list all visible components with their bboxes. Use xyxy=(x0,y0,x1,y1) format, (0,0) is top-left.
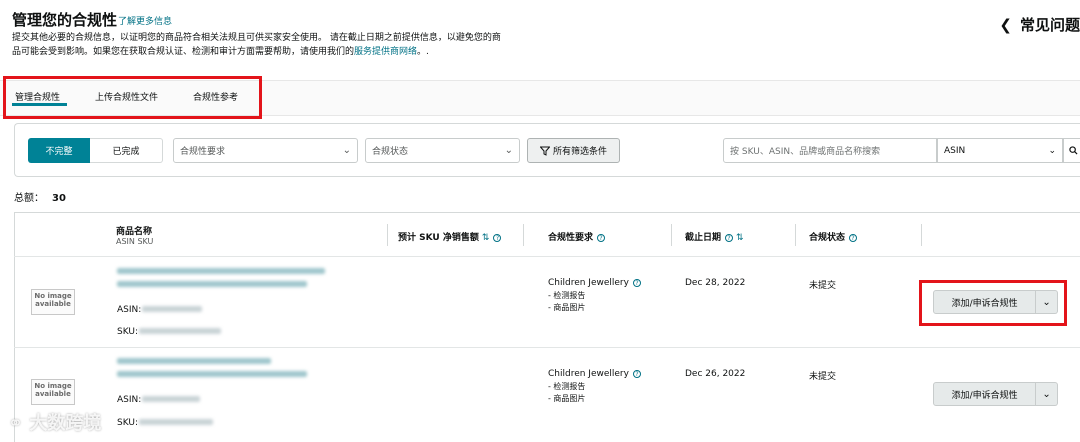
action-split-button: 添加/申诉合规性 ⌄ xyxy=(933,382,1058,406)
deadline-cell: Dec 26, 2022 xyxy=(685,369,746,379)
chevron-left-icon: ❮ xyxy=(999,16,1012,34)
requirement-name: Children Jewellery xyxy=(548,278,629,288)
search-icon xyxy=(1068,146,1078,155)
requirement-cell: Children Jewellery? - 检测报告 - 商品图片 xyxy=(548,369,641,405)
no-image-text: available xyxy=(35,300,71,308)
faq-label: 常见问题 xyxy=(1019,16,1080,34)
sort-icon[interactable]: ⇅ xyxy=(482,233,490,243)
info-icon[interactable]: ? xyxy=(493,233,502,242)
status-dropdown[interactable]: 合规状态 ⌄ xyxy=(365,138,520,163)
header-status: 合规状态? xyxy=(809,230,858,243)
requirement-cell: Children Jewellery? - 检测报告 - 商品图片 xyxy=(548,278,641,314)
deadline-cell: Dec 28, 2022 xyxy=(685,278,746,288)
learn-more-link[interactable]: 了解更多信息 xyxy=(118,14,172,27)
segment-incomplete[interactable]: 不完整 xyxy=(28,138,90,163)
row-divider xyxy=(14,256,1080,257)
description-line-1: 提交其他必要的合规信息，以证明您的商品符合相关法规且可供买家安全使用。 请在截止… xyxy=(12,33,501,43)
sku-label: SKU: xyxy=(117,327,138,337)
total-label: 总额： xyxy=(14,193,44,204)
info-icon[interactable]: ? xyxy=(632,278,641,287)
column-divider xyxy=(921,224,922,246)
search-type-select[interactable]: ASIN ⌄ xyxy=(937,138,1063,163)
no-image-placeholder: No image available xyxy=(31,289,75,315)
filter-icon xyxy=(539,146,550,156)
faq-link[interactable]: ❮ 常见问题 xyxy=(999,14,1080,35)
chevron-down-icon[interactable]: ⌄ xyxy=(1036,382,1058,406)
requirement-dropdown[interactable]: 合规性要求 ⌄ xyxy=(173,138,358,163)
header-product-sub: ASIN SKU xyxy=(116,237,154,246)
description-suffix: 。. xyxy=(417,47,429,57)
header-product-name: 商品名称 xyxy=(116,227,153,237)
column-divider xyxy=(795,224,796,246)
no-image-placeholder: No image available xyxy=(31,379,75,405)
product-title-redacted[interactable] xyxy=(117,268,325,274)
watermark-logo-icon: ⚭ xyxy=(8,413,24,434)
asin-value-redacted xyxy=(142,306,202,312)
chevron-down-icon: ⌄ xyxy=(1048,145,1056,156)
info-icon[interactable]: ? xyxy=(849,233,858,242)
requirement-item: - 商品图片 xyxy=(548,303,586,312)
header-requirement-label: 合规性要求 xyxy=(548,233,594,243)
column-divider xyxy=(523,224,524,246)
search-input[interactable]: 按 SKU、ASIN、品牌或商品名称搜索 xyxy=(723,138,937,163)
sku-value-redacted xyxy=(139,419,213,425)
info-icon[interactable]: ? xyxy=(725,233,734,242)
all-filters-label: 所有筛选条件 xyxy=(552,147,607,157)
asin-label: ASIN: xyxy=(117,395,142,405)
no-image-text: No image xyxy=(34,292,72,300)
requirement-item: - 商品图片 xyxy=(548,394,586,403)
total-value: 30 xyxy=(52,193,66,204)
highlight-box-action xyxy=(919,280,1067,326)
requirement-dropdown-label: 合规性要求 xyxy=(180,147,226,157)
chevron-down-icon: ⌄ xyxy=(342,145,351,156)
sku-label: SKU: xyxy=(117,418,138,428)
compliance-table xyxy=(14,212,1080,442)
page-title: 管理您的合规性 xyxy=(12,11,118,29)
info-icon[interactable]: ? xyxy=(597,233,606,242)
all-filters-button[interactable]: 所有筛选条件 xyxy=(527,138,620,163)
search-placeholder: 按 SKU、ASIN、品牌或商品名称搜索 xyxy=(730,147,881,157)
product-title-redacted[interactable] xyxy=(117,281,307,287)
asin-value-redacted xyxy=(142,396,200,402)
total-count: 总额： 30 xyxy=(14,189,66,204)
description-line-2: 品可能会受到影响。如果您在获取合规认证、检测和审计方面需要帮助，请使用我们的 xyxy=(12,47,355,57)
info-icon[interactable]: ? xyxy=(632,369,641,378)
status-cell: 未提交 xyxy=(809,372,837,382)
sku-value-redacted xyxy=(139,328,221,334)
no-image-text: available xyxy=(35,390,71,398)
row-divider xyxy=(14,347,1080,348)
status-dropdown-label: 合规状态 xyxy=(372,147,409,157)
no-image-text: No image xyxy=(34,382,72,390)
sort-icon[interactable]: ⇅ xyxy=(736,233,744,243)
requirement-name: Children Jewellery xyxy=(548,369,629,379)
page-description: 提交其他必要的合规信息，以证明您的商品符合相关法规且可供买家安全使用。 请在截止… xyxy=(12,31,572,59)
header-sales-label: 预计 SKU 净销售额 xyxy=(398,233,479,243)
header-deadline-label: 截止日期 xyxy=(685,233,722,243)
segment-complete[interactable]: 已完成 xyxy=(90,138,163,163)
search-type-value: ASIN xyxy=(944,145,966,156)
asin-label: ASIN: xyxy=(117,305,142,315)
header-status-label: 合规状态 xyxy=(809,233,846,243)
product-title-redacted[interactable] xyxy=(117,358,271,364)
header-sales[interactable]: 预计 SKU 净销售额 ⇅? xyxy=(398,230,502,243)
highlight-box-tabs xyxy=(3,76,262,119)
watermark-text: 大数跨境 xyxy=(29,413,102,434)
column-divider xyxy=(671,224,672,246)
watermark: ⚭ 大数跨境 xyxy=(8,409,101,435)
header-requirement: 合规性要求? xyxy=(548,230,606,243)
header-deadline[interactable]: 截止日期? ⇅ xyxy=(685,230,744,243)
add-appeal-compliance-button[interactable]: 添加/申诉合规性 xyxy=(933,382,1037,406)
chevron-down-icon: ⌄ xyxy=(504,145,513,156)
service-provider-link[interactable]: 服务提供商网络 xyxy=(354,47,417,57)
requirement-item: - 检测报告 xyxy=(548,382,586,391)
search-button[interactable] xyxy=(1063,138,1080,163)
column-divider xyxy=(387,224,388,246)
product-title-redacted[interactable] xyxy=(117,371,307,377)
status-cell: 未提交 xyxy=(809,281,837,291)
requirement-item: - 检测报告 xyxy=(548,291,586,300)
